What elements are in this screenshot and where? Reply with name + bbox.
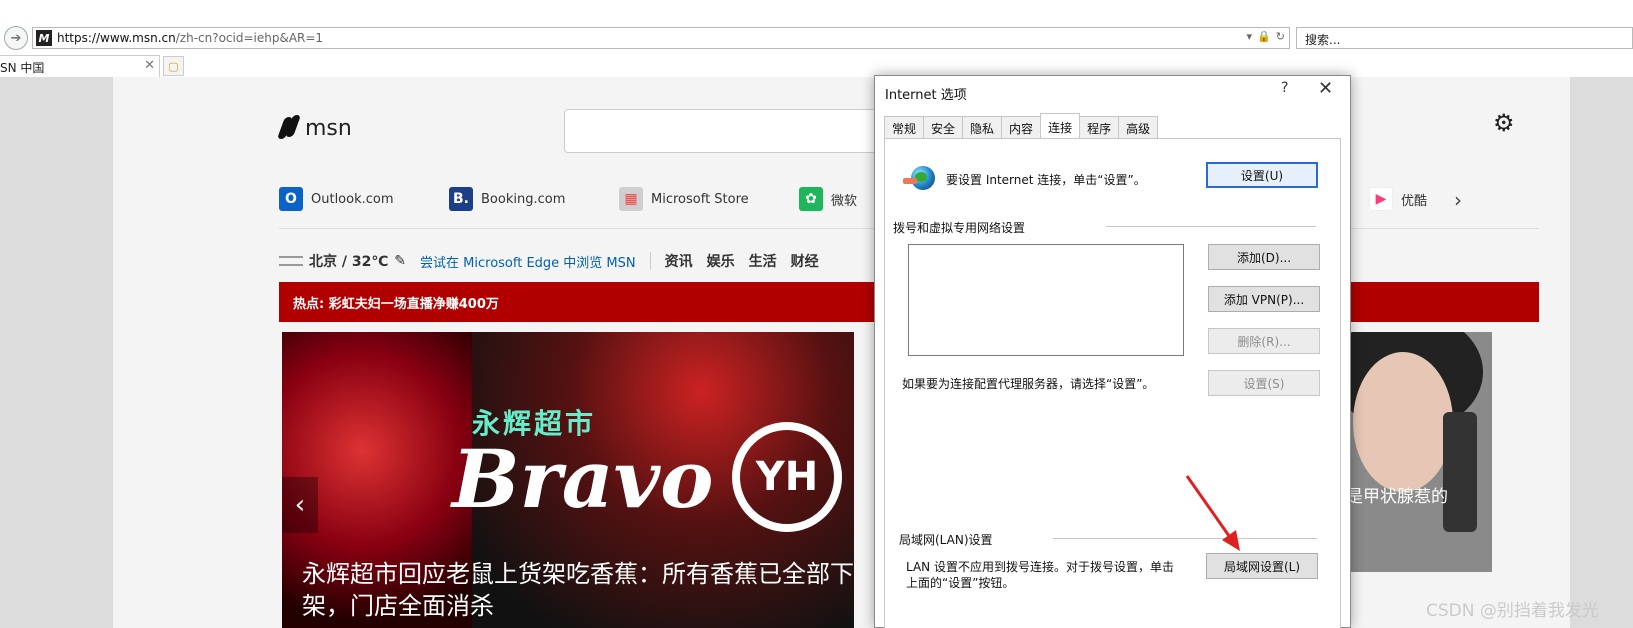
carousel-prev-icon[interactable]: ‹ <box>282 477 318 533</box>
tab-connections[interactable]: 连接 <box>1040 113 1081 138</box>
youku-icon: ▶ <box>1369 187 1393 211</box>
tab-row: SN 中国 ✕ ▢ <box>0 53 1633 77</box>
tab-advanced[interactable]: 高级 <box>1118 116 1159 138</box>
microsoft-icon: ✿ <box>799 187 823 211</box>
edge-link[interactable]: 尝试在 Microsoft Edge 中浏览 MSN <box>420 252 636 271</box>
dialup-group-label: 拨号和虚拟专用网络设置 <box>893 221 1026 235</box>
tab-content[interactable]: 内容 <box>1001 116 1042 138</box>
msn-page: msn ⚙ O Outlook.com B. Booking.com ▦ Mic… <box>113 77 1570 628</box>
address-row: ➔ M https://www.msn.cn/zh-cn?ocid=iehp&A… <box>0 24 1633 52</box>
quicklink-outlook[interactable]: O Outlook.com <box>279 187 394 211</box>
add-button[interactable]: 添加(D)... <box>1208 244 1320 270</box>
quicklink-booking[interactable]: B. Booking.com <box>449 187 565 211</box>
quicklink-microsoft[interactable]: ✿ 微软 <box>799 187 857 211</box>
store-icon: ▦ <box>619 187 643 211</box>
help-icon[interactable]: ? <box>1281 80 1288 96</box>
dialog-tabs: 常规 安全 隐私 内容 连接 程序 高级 <box>884 113 1159 138</box>
msn-butterfly-icon <box>276 114 302 142</box>
weather[interactable]: 北京 / 32℃ ✎ <box>279 251 406 271</box>
lock-icon[interactable]: 🔒 <box>1257 30 1271 43</box>
person-face <box>1353 352 1453 492</box>
address-tools: ▾ 🔒 ↻ <box>1247 30 1285 43</box>
url-path: /zh-cn?ocid=iehp&AR=1 <box>175 31 324 45</box>
nav-life[interactable]: 生活 <box>749 251 777 271</box>
nav-entertainment[interactable]: 娱乐 <box>707 251 735 271</box>
msn-search-input[interactable] <box>564 109 914 153</box>
lan-group-label: 局域网(LAN)设置 <box>899 533 993 547</box>
quicklink-label: Microsoft Store <box>651 191 749 207</box>
tab-programs[interactable]: 程序 <box>1079 116 1120 138</box>
url-domain: https://www.msn.cn <box>57 31 176 45</box>
outlook-icon: O <box>279 187 303 211</box>
hero-caption[interactable]: 永辉超市回应老鼠上货架吃香蕉：所有香蕉已全部下架，门店全面消杀 <box>302 558 854 622</box>
refresh-icon[interactable]: ↻ <box>1276 30 1285 43</box>
close-icon[interactable]: ✕ <box>1318 78 1333 99</box>
logo-text: msn <box>305 115 352 141</box>
remove-button[interactable]: 删除(R)... <box>1208 328 1320 354</box>
msn-favicon-icon: M <box>36 30 52 46</box>
quicklink-youku[interactable]: ▶ 优酷 <box>1369 187 1427 211</box>
group-divider <box>1106 226 1316 227</box>
setup-button[interactable]: 设置(U) <box>1206 162 1318 188</box>
lan-text-line2: 上面的“设置”按钮。 <box>906 576 1015 590</box>
tab-title: SN 中国 <box>0 61 45 75</box>
network-globe-icon <box>903 164 935 194</box>
internet-options-dialog: Internet 选项 ? ✕ 常规 安全 隐私 内容 连接 程序 高级 要设置… <box>874 75 1351 628</box>
dropdown-icon[interactable]: ▾ <box>1247 30 1253 43</box>
quicklink-label: Booking.com <box>481 191 566 207</box>
tab-msn[interactable]: SN 中国 ✕ <box>0 55 160 77</box>
phone-image <box>1443 412 1477 532</box>
tab-privacy[interactable]: 隐私 <box>962 116 1003 138</box>
chevron-right-icon[interactable]: › <box>1454 188 1462 212</box>
yh-badge: YH <box>732 422 842 532</box>
nav-finance[interactable]: 财经 <box>791 251 819 271</box>
add-vpn-button[interactable]: 添加 VPN(P)... <box>1208 286 1320 312</box>
divider <box>649 252 651 270</box>
setup-text: 要设置 Internet 连接，单击“设置”。 <box>946 173 1146 187</box>
quicklink-label: 微软 <box>831 193 858 209</box>
dialog-title: Internet 选项 <box>885 88 967 103</box>
nav-news[interactable]: 资讯 <box>665 251 693 271</box>
lan-text-line1: LAN 设置不应用到拨号连接。对于拨号设置，单击 <box>906 560 1174 574</box>
quicklink-label: Outlook.com <box>311 191 394 207</box>
weather-text: 北京 / 32℃ <box>309 254 389 270</box>
watermark: CSDN @别挡着我发光 <box>1426 601 1599 621</box>
hero-carousel[interactable]: 永辉超市 Bravo YH ‹ 永辉超市回应老鼠上货架吃香蕉：所有香蕉已全部下架… <box>282 332 854 628</box>
close-icon[interactable]: ✕ <box>144 58 155 73</box>
booking-icon: B. <box>449 187 473 211</box>
quicklink-store[interactable]: ▦ Microsoft Store <box>619 187 749 211</box>
search-input[interactable]: 搜索... <box>1296 27 1633 49</box>
new-tab-button[interactable]: ▢ <box>163 56 184 76</box>
address-bar[interactable]: M https://www.msn.cn/zh-cn?ocid=iehp&AR=… <box>32 27 1290 49</box>
haze-icon <box>279 256 303 266</box>
nav-row: 北京 / 32℃ ✎ 尝试在 Microsoft Edge 中浏览 MSN 资讯… <box>279 249 819 273</box>
connections-list[interactable] <box>908 244 1184 356</box>
tab-security[interactable]: 安全 <box>923 116 964 138</box>
tab-general[interactable]: 常规 <box>884 116 925 138</box>
lan-settings-button[interactable]: 局域网设置(L) <box>1206 553 1318 579</box>
settings-button[interactable]: 设置(S) <box>1208 370 1320 396</box>
proxy-text: 如果要为连接配置代理服务器，请选择“设置”。 <box>902 377 1155 391</box>
store-brand: Bravo <box>452 432 714 526</box>
address-url[interactable]: https://www.msn.cn/zh-cn?ocid=iehp&AR=1 <box>57 31 323 45</box>
edit-icon[interactable]: ✎ <box>394 253 406 269</box>
quicklink-label: 优酷 <box>1401 193 1428 209</box>
gear-icon[interactable]: ⚙ <box>1493 109 1515 137</box>
forward-button[interactable]: ➔ <box>4 26 28 50</box>
msn-logo[interactable]: msn <box>276 114 352 142</box>
group-divider <box>1053 538 1317 539</box>
